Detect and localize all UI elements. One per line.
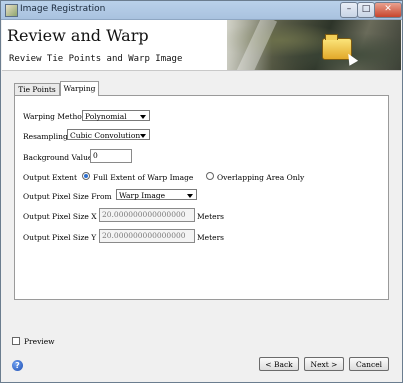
pixel-size-from-label: Output Pixel Size From	[23, 192, 112, 201]
pixel-size-x-label: Output Pixel Size X	[23, 212, 97, 221]
back-button[interactable]: < Back	[259, 357, 299, 371]
cancel-button[interactable]: Cancel	[349, 357, 389, 371]
warping-method-select[interactable]: Polynomial	[82, 110, 150, 121]
pixel-size-y-label: Output Pixel Size Y	[23, 233, 97, 242]
overlapping-area-label: Overlapping Area Only	[217, 173, 305, 182]
output-extent-label: Output Extent	[23, 173, 78, 182]
chevron-down-icon	[140, 115, 146, 119]
header-subtitle: Review Tie Points and Warp Image	[9, 54, 183, 64]
help-icon[interactable]: ?	[12, 360, 23, 371]
header-title: Review and Warp	[7, 26, 149, 45]
pixel-size-x-input[interactable]: 20.000000000000000	[99, 208, 195, 222]
full-extent-label: Full Extent of Warp Image	[93, 173, 194, 182]
preview-checkbox[interactable]	[12, 337, 20, 345]
title-bar[interactable]: Image Registration – □ ✕	[1, 1, 402, 20]
preview-label: Preview	[24, 337, 55, 346]
wizard-header: Review and Warp Review Tie Points and Wa…	[2, 20, 401, 71]
pixel-size-y-input[interactable]: 20.000000000000000	[99, 229, 195, 243]
resampling-select[interactable]: Cubic Convolution	[67, 129, 150, 140]
dialog-window: Image Registration – □ ✕ Review and Warp…	[0, 0, 403, 383]
chevron-down-icon	[187, 194, 193, 198]
radio-overlapping-area[interactable]	[206, 172, 214, 180]
background-value-input[interactable]: 0	[90, 149, 132, 163]
resampling-label: Resampling	[23, 132, 68, 141]
background-value-label: Background Value	[23, 153, 93, 162]
pixel-size-from-select[interactable]: Warp Image	[116, 189, 197, 200]
warping-method-label: Warping Method	[23, 112, 87, 121]
pixel-size-x-unit: Meters	[197, 212, 225, 221]
app-icon	[5, 4, 18, 17]
minimize-button[interactable]: –	[340, 2, 358, 18]
pixel-size-y-unit: Meters	[197, 233, 225, 242]
next-button[interactable]: Next >	[304, 357, 344, 371]
tab-tie-points[interactable]: Tie Points	[14, 83, 60, 95]
chevron-down-icon	[140, 134, 146, 138]
radio-full-extent[interactable]	[82, 172, 90, 180]
warping-panel: Warping Method Polynomial Resampling Cub…	[14, 95, 389, 300]
tab-warping[interactable]: Warping	[60, 81, 99, 96]
close-button[interactable]: ✕	[374, 2, 402, 18]
maximize-button[interactable]: □	[357, 2, 375, 18]
window-title: Image Registration	[20, 4, 106, 14]
